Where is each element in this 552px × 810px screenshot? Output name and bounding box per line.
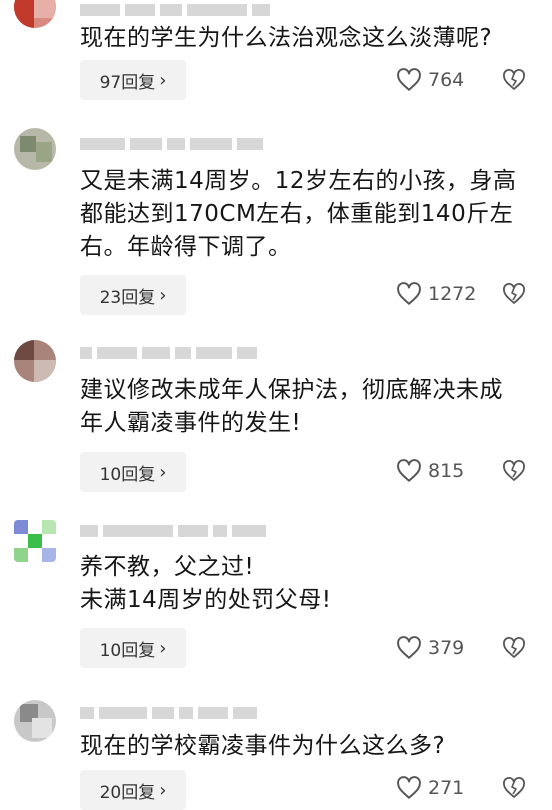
comment-line: 未满14周岁的处罚父母! [80,587,332,613]
reply-button[interactable]: 97回复 › [80,60,186,100]
heart-outline-icon [397,636,421,659]
like-button[interactable]: 379 [396,630,464,666]
comment-line: 年人霸凌事件的发生! [80,410,302,436]
username-blurred [80,3,270,17]
comment-text: 现在的学校霸凌事件为什么这么多? [80,730,540,763]
avatar[interactable] [14,340,56,382]
reply-label: 97回复 [99,72,156,93]
broken-heart-icon[interactable] [502,68,526,92]
comment-text: 又是未满14周岁。12岁左右的小孩，身高 都能达到170CM左右，体重能到140… [80,165,540,264]
reply-button[interactable]: 10回复 › [80,452,186,492]
comment-text: 建议修改未成年人保护法，彻底解决未成 年人霸凌事件的发生! [80,374,540,440]
like-count: 1272 [428,283,477,305]
like-button[interactable]: 1272 [396,276,476,312]
avatar[interactable] [14,700,56,742]
comment-text: 养不教，父之过! 未满14周岁的处罚父母! [80,551,540,617]
comment-line: 右。年龄得下调了。 [80,234,292,260]
like-count: 764 [428,69,465,91]
heart-outline-icon [397,282,421,305]
like-button[interactable]: 815 [396,453,464,489]
comment-line: 都能达到170CM左右，体重能到140斤左 [80,201,514,227]
comment-line: 现在的学校霸凌事件为什么这么多? [80,733,446,759]
like-count: 815 [428,460,465,482]
heart-outline-icon [397,68,421,91]
reply-label: 10回复 [99,464,156,485]
username-blurred [80,706,257,720]
comment-text: 现在的学生为什么法治观念这么淡薄呢? [80,22,540,55]
avatar[interactable] [14,128,56,170]
chevron-right-icon: › [159,637,167,659]
comment-line: 又是未满14周岁。12岁左右的小孩，身高 [80,168,517,194]
reply-button[interactable]: 23回复 › [80,275,186,315]
comment-line: 建议修改未成年人保护法，彻底解决未成 [80,377,503,403]
reply-label: 23回复 [99,287,156,308]
username-blurred [80,346,257,360]
like-button[interactable]: 271 [396,770,464,806]
chevron-right-icon: › [159,779,167,801]
heart-outline-icon [397,459,421,482]
reply-label: 20回复 [99,782,156,803]
chevron-right-icon: › [159,461,167,483]
reply-label: 10回复 [99,640,156,661]
username-blurred [80,137,263,151]
chevron-right-icon: › [159,284,167,306]
comment-line: 养不教，父之过! [80,554,255,580]
broken-heart-icon[interactable] [502,776,526,800]
broken-heart-icon[interactable] [502,636,526,660]
chevron-right-icon: › [159,69,167,91]
heart-outline-icon [397,776,421,799]
like-button[interactable]: 764 [396,62,464,98]
like-count: 271 [428,777,465,799]
reply-button[interactable]: 10回复 › [80,628,186,668]
username-blurred [80,524,266,538]
avatar[interactable] [14,0,56,28]
broken-heart-icon[interactable] [502,459,526,483]
broken-heart-icon[interactable] [502,282,526,306]
comment-line: 现在的学生为什么法治观念这么淡薄呢? [80,25,493,51]
avatar[interactable] [14,520,56,562]
like-count: 379 [428,637,465,659]
reply-button[interactable]: 20回复 › [80,770,186,810]
